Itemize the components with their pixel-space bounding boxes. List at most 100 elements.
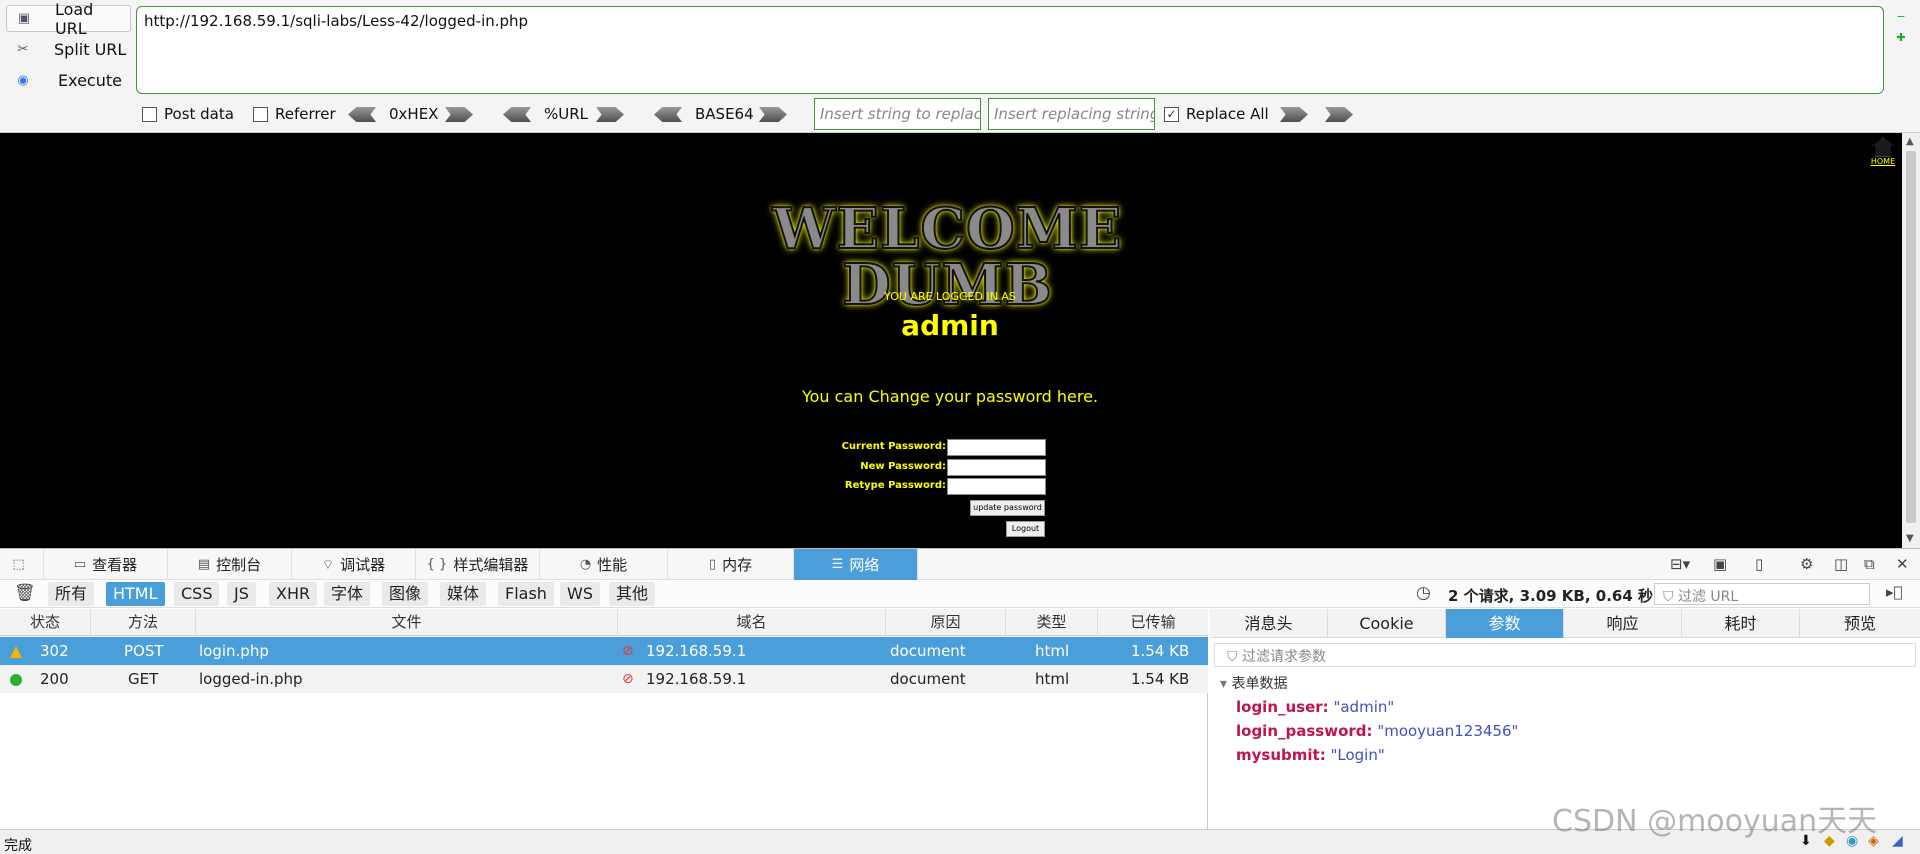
tab-headers[interactable]: 消息头 xyxy=(1210,609,1328,638)
retype-password-input[interactable] xyxy=(947,478,1046,495)
tab-preview[interactable]: 预览 xyxy=(1800,609,1920,638)
logout-button[interactable]: Logout xyxy=(1006,521,1045,537)
reload-timer-icon[interactable]: ◷ xyxy=(1416,583,1431,603)
row-method: POST xyxy=(124,642,164,660)
checkbox-checked[interactable]: ✓ xyxy=(1164,106,1179,122)
hackbar-options: Post data Referrer 0xHEX %URL BASE64 Ins… xyxy=(142,98,1902,130)
current-password-row: Current Password: xyxy=(800,439,1046,456)
base64-encode-arrow-icon[interactable] xyxy=(759,107,787,122)
tab-timings[interactable]: 耗时 xyxy=(1682,609,1800,638)
url-decode-arrow-icon[interactable] xyxy=(503,107,531,122)
tab-style-editor[interactable]: { } 样式编辑器 xyxy=(416,549,540,580)
tab-inspector[interactable]: ▭ 查看器 xyxy=(44,549,168,580)
checkbox-box[interactable] xyxy=(142,106,157,122)
layout-icon[interactable]: ⊟▾ xyxy=(1670,555,1690,573)
tab-performance[interactable]: ◔ 性能 xyxy=(540,549,668,580)
url-textarea[interactable]: http://192.168.59.1/sqli-labs/Less-42/lo… xyxy=(136,6,1884,94)
execute-button[interactable]: ◉ Execute xyxy=(6,67,131,94)
replace-next-arrow-icon[interactable] xyxy=(1325,107,1353,122)
trash-icon[interactable]: 🗑 xyxy=(14,583,36,603)
web-content: HOME WELCOME DUMB YOU ARE LOGGED IN AS a… xyxy=(0,133,1920,548)
home-link[interactable]: HOME xyxy=(1868,137,1898,166)
performance-icon: ◔ xyxy=(579,557,592,572)
tab-debugger[interactable]: ⌔ 调试器 xyxy=(292,549,416,580)
close-icon[interactable]: ✕ xyxy=(1896,555,1909,573)
base64-decode-arrow-icon[interactable] xyxy=(654,107,682,122)
scroll-thumb[interactable] xyxy=(1906,151,1916,523)
column-transferred[interactable]: 已传输 xyxy=(1098,609,1208,636)
replace-arrow-icon[interactable] xyxy=(1280,107,1308,122)
tab-memory[interactable]: ▯ 内存 xyxy=(668,549,794,580)
minus-icon[interactable]: − xyxy=(1896,11,1906,22)
replace-all-checkbox[interactable]: ✓ Replace All xyxy=(1164,105,1269,123)
dock-side-icon[interactable]: ◫ xyxy=(1834,555,1848,573)
filter-other[interactable]: 其他 xyxy=(609,582,656,606)
hackbar: ▣ Load URL ✂ Split URL ◉ Execute http://… xyxy=(0,0,1920,133)
url-filter-input[interactable]: ⛉ 过滤 URL xyxy=(1654,583,1870,605)
settings-icon[interactable]: ⚙ xyxy=(1800,555,1813,573)
toggle-sidebar-icon[interactable]: ▸⃞ xyxy=(1886,583,1903,601)
filter-css[interactable]: CSS xyxy=(174,582,220,606)
download-icon[interactable]: ⬇ xyxy=(1800,833,1812,849)
plus-icon[interactable]: ✚ xyxy=(1896,32,1906,43)
table-row[interactable]: 200 GET logged-in.php ⊘ 192.168.59.1 doc… xyxy=(0,665,1208,693)
debugger-icon: ⌔ xyxy=(321,557,335,573)
scroll-down-icon[interactable]: ▼ xyxy=(1906,533,1914,544)
extension-icon[interactable]: ◢ xyxy=(1892,833,1903,849)
filter-media[interactable]: 媒体 xyxy=(440,582,487,606)
table-row[interactable]: 302 POST login.php ⊘ 192.168.59.1 docume… xyxy=(0,637,1208,665)
url-enc-label: %URL xyxy=(544,105,589,123)
filter-flash[interactable]: Flash xyxy=(498,582,554,606)
filter-images[interactable]: 图像 xyxy=(382,582,429,606)
tab-label: 控制台 xyxy=(216,556,262,574)
new-password-input[interactable] xyxy=(947,459,1046,476)
replacing-string-input[interactable]: Insert replacing string xyxy=(988,98,1155,130)
column-file[interactable]: 文件 xyxy=(196,609,618,636)
undock-icon[interactable]: ⧉ xyxy=(1864,555,1875,573)
base64-label: BASE64 xyxy=(695,105,754,123)
tab-response[interactable]: 响应 xyxy=(1564,609,1682,638)
replace-string-input[interactable]: Insert string to replace xyxy=(814,98,981,130)
param-filter-input[interactable]: ⛉ 过滤请求参数 xyxy=(1214,643,1916,667)
referrer-checkbox[interactable]: Referrer xyxy=(253,105,336,123)
url-encode-arrow-icon[interactable] xyxy=(596,107,624,122)
extension-icon[interactable]: ◈ xyxy=(1868,833,1879,849)
form-data-header[interactable]: ▾ 表单数据 xyxy=(1220,673,1287,693)
extension-icon[interactable]: ◉ xyxy=(1846,833,1858,849)
load-url-label: Load URL xyxy=(54,0,94,38)
update-password-button[interactable]: update password xyxy=(970,500,1045,516)
split-console-icon[interactable]: ▣ xyxy=(1713,555,1727,573)
column-cause[interactable]: 原因 xyxy=(886,609,1006,636)
vertical-scrollbar[interactable]: ▲ ▼ xyxy=(1902,133,1920,548)
hex-encode-arrow-icon[interactable] xyxy=(445,107,473,122)
responsive-icon[interactable]: ▯ xyxy=(1755,555,1763,573)
post-data-checkbox[interactable]: Post data xyxy=(142,105,234,123)
filter-xhr[interactable]: XHR xyxy=(269,582,318,606)
scroll-up-icon[interactable]: ▲ xyxy=(1906,136,1914,147)
column-status[interactable]: 状态 xyxy=(0,609,91,636)
style-editor-icon: { } xyxy=(426,557,448,572)
load-url-button[interactable]: ▣ Load URL xyxy=(6,0,131,38)
column-method[interactable]: 方法 xyxy=(91,609,196,636)
retype-password-row: Retype Password: xyxy=(800,478,1046,495)
column-type[interactable]: 类型 xyxy=(1006,609,1098,636)
checkbox-box[interactable] xyxy=(253,106,268,122)
filter-all[interactable]: 所有 xyxy=(48,582,95,606)
tab-params[interactable]: 参数 xyxy=(1446,609,1564,638)
filter-html[interactable]: HTML xyxy=(106,582,165,606)
row-status: 302 xyxy=(40,642,69,660)
tab-cookies[interactable]: Cookie xyxy=(1328,609,1446,638)
filter-js[interactable]: JS xyxy=(227,582,256,606)
extension-icon[interactable]: ◆ xyxy=(1824,833,1835,849)
tab-console[interactable]: ▤ 控制台 xyxy=(168,549,292,580)
column-domain[interactable]: 域名 xyxy=(618,609,886,636)
split-url-button[interactable]: ✂ Split URL xyxy=(6,36,131,63)
param-value: "admin" xyxy=(1333,698,1395,716)
hex-decode-arrow-icon[interactable] xyxy=(348,107,376,122)
tab-network[interactable]: ☰ 网络 xyxy=(794,549,918,580)
execute-label: Execute xyxy=(58,71,122,90)
element-picker-icon[interactable]: ⬚ xyxy=(0,549,44,580)
current-password-input[interactable] xyxy=(947,439,1046,456)
filter-ws[interactable]: WS xyxy=(560,582,600,606)
filter-fonts[interactable]: 字体 xyxy=(324,582,371,606)
